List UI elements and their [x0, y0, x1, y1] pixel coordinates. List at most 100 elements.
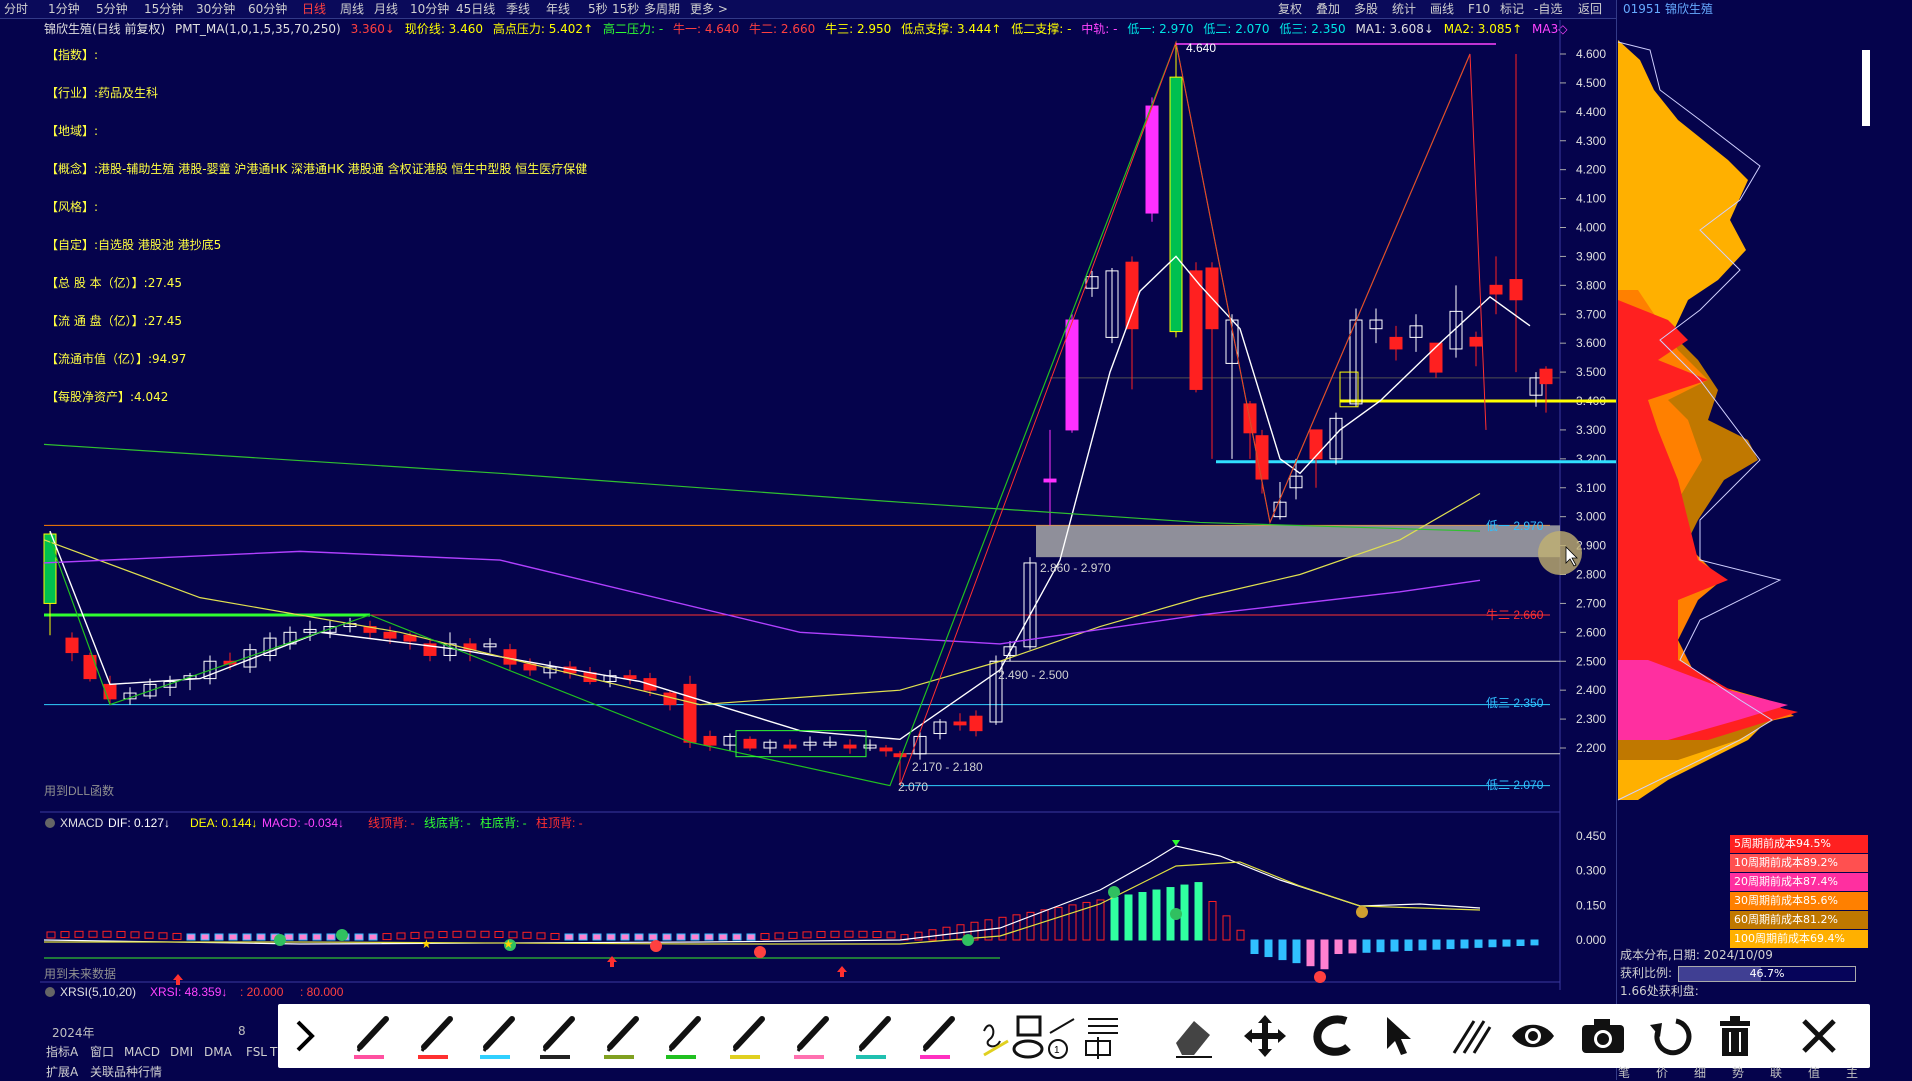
macd-tick-label: 0.300: [1576, 864, 1606, 878]
macd-bar: [1516, 939, 1525, 947]
bottom-tab-0[interactable]: 指标A: [46, 1044, 78, 1060]
info-key: 【行业】:: [46, 86, 99, 100]
bottom-tab-1[interactable]: 窗口: [90, 1044, 114, 1060]
status-tab-3[interactable]: 势: [1732, 1064, 1744, 1081]
macd-signal-marker: [754, 946, 766, 958]
cost-legend-item[interactable]: 30周期前成本85.6%: [1730, 892, 1868, 910]
trash-icon[interactable]: [1710, 1012, 1760, 1060]
status-tab-6[interactable]: 主: [1846, 1064, 1858, 1081]
macd-value-a: 线顶背: -: [368, 816, 415, 830]
macd-bar: [732, 933, 742, 941]
pen-icon-olive[interactable]: [598, 1012, 648, 1060]
status-tab-1[interactable]: 价: [1656, 1064, 1668, 1081]
bottom-tab-5[interactable]: FSL: [246, 1044, 267, 1060]
price-tick-label: 3.600: [1576, 336, 1606, 350]
status-tab-5[interactable]: 值: [1808, 1064, 1820, 1081]
price-tick-label: 4.200: [1576, 163, 1606, 177]
profit-row: 获利比例: 46.7%: [1620, 964, 1870, 982]
pointer-icon[interactable]: [1374, 1012, 1424, 1060]
info-value: 自选股 港股池 港抄底5: [98, 238, 222, 252]
candle-body: [1065, 319, 1079, 431]
pen-icon-pink[interactable]: [348, 1012, 398, 1060]
macd-tick-label: 0.450: [1576, 829, 1606, 843]
macd-bar: [74, 930, 84, 938]
bottom-tab2-0[interactable]: 扩展A: [46, 1064, 78, 1080]
cost-info: 成本分布,日期: 2024/10/09 获利比例: 46.7% 1.66处获利盘:: [1620, 946, 1870, 1000]
close-icon[interactable]: [1794, 1012, 1844, 1060]
macd-bar: [844, 930, 854, 938]
candle-body: [1489, 284, 1503, 295]
pen-icon-pink2[interactable]: [788, 1012, 838, 1060]
stock-info-row: 【总 股 本（亿）】:27.45: [46, 274, 646, 312]
camera-icon[interactable]: [1578, 1012, 1628, 1060]
candle-body: [383, 631, 397, 639]
shapes-icon[interactable]: 1: [978, 1012, 1158, 1060]
price-tick-label: 4.500: [1576, 76, 1606, 90]
bottom-tab-3[interactable]: DMI: [170, 1044, 193, 1060]
macd-bar: [788, 931, 798, 939]
ma3-line: [43, 550, 1481, 645]
pen-icon-black[interactable]: [534, 1012, 584, 1060]
bottom-tab-2[interactable]: MACD: [124, 1044, 160, 1060]
lo2-label: 低二 2.070: [1486, 778, 1544, 792]
macd-bar: [1320, 939, 1329, 970]
status-tab-2[interactable]: 细: [1694, 1064, 1706, 1081]
macd-bar: [1474, 939, 1483, 948]
macd-bar: [46, 931, 56, 939]
cost-legend-item[interactable]: 10周期前成本89.2%: [1730, 854, 1868, 872]
profit-bar: 46.7%: [1678, 965, 1857, 982]
candle-body: [893, 753, 907, 758]
macd-signal-marker: [1356, 906, 1368, 918]
bottom-tab2-1[interactable]: 关联品种行情: [90, 1064, 162, 1080]
drawing-toolbar: 1: [278, 1004, 1870, 1068]
undo-icon[interactable]: [1644, 1012, 1694, 1060]
price-tick-label: 4.600: [1576, 47, 1606, 61]
bottom-tab-4[interactable]: DMA: [204, 1044, 232, 1060]
macd-tick-label: 0.150: [1576, 898, 1606, 912]
marker-icon-magenta[interactable]: [914, 1012, 964, 1060]
cost-legend-item[interactable]: 20周期前成本87.4%: [1730, 873, 1868, 891]
macd-bar: [1390, 939, 1399, 952]
info-key: 【指数】:: [46, 48, 99, 62]
candle-body: [879, 747, 893, 752]
move-icon[interactable]: [1240, 1012, 1290, 1060]
pen-icon-yellow[interactable]: [724, 1012, 774, 1060]
macd-signal-marker: [274, 934, 286, 946]
status-tab-4[interactable]: 联: [1770, 1064, 1782, 1081]
macd-bar: [606, 933, 616, 941]
dif-line: [43, 845, 1481, 945]
macd-bar: [158, 932, 168, 940]
cost-legend-item[interactable]: 5周期前成本94.5%: [1730, 835, 1868, 853]
pen-icon-teal[interactable]: [850, 1012, 900, 1060]
box2-label: 2.490 - 2.500: [998, 668, 1069, 682]
macd-bar: [634, 933, 644, 941]
price-tick-label: 3.700: [1576, 307, 1606, 321]
bottom-tab-6[interactable]: T: [270, 1044, 277, 1060]
cost-legend: 5周期前成本94.5% 10周期前成本89.2% 20周期前成本87.4% 30周期前…: [1730, 835, 1868, 949]
macd-value-b: 线底背: -: [424, 815, 471, 830]
macd-bar: [1362, 939, 1371, 953]
cost-legend-item[interactable]: 60周期前成本81.2%: [1730, 911, 1868, 929]
pen-icon-cyan[interactable]: [474, 1012, 524, 1060]
macd-bar: [354, 933, 364, 941]
macd-bar: [480, 930, 490, 938]
stock-info-row: 【流通市值（亿）】:94.97: [46, 350, 646, 388]
pen-icon-red[interactable]: [412, 1012, 462, 1060]
macd-bar: [1208, 900, 1217, 941]
magnet-icon[interactable]: [1308, 1012, 1358, 1060]
macd-value-macd: MACD: -0.034↓: [262, 816, 344, 830]
candle-body: [1145, 105, 1159, 214]
macd-bar: [256, 933, 266, 941]
cursor-indicator: [1538, 531, 1582, 575]
eye-icon[interactable]: [1508, 1012, 1558, 1060]
marker-icon-green[interactable]: [660, 1012, 710, 1060]
chevron-icon[interactable]: [280, 1012, 330, 1060]
info-value: 27.45: [147, 314, 183, 328]
candle-body: [843, 744, 857, 749]
hatch-icon[interactable]: [1446, 1012, 1496, 1060]
status-tab-0[interactable]: 笔: [1618, 1064, 1630, 1081]
info-key: 【概念】:: [46, 162, 99, 176]
info-key: 【总 股 本（亿）】:: [46, 276, 148, 290]
macd-bar: [1502, 939, 1511, 947]
eraser-icon[interactable]: [1168, 1012, 1218, 1060]
